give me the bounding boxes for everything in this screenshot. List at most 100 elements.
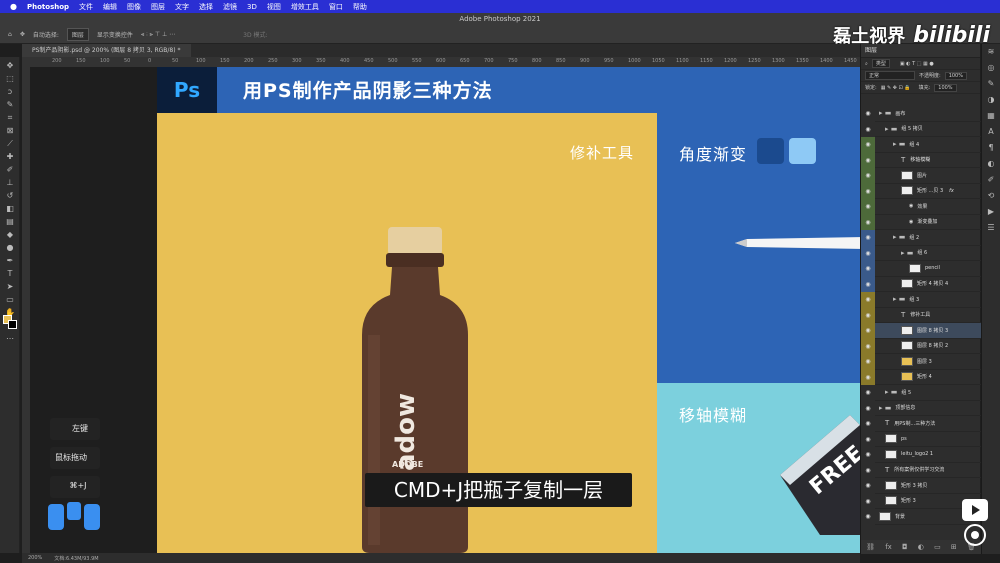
eraser-tool-icon[interactable]: ◧	[4, 204, 16, 214]
paths-dock-icon[interactable]: ✎	[982, 76, 1000, 92]
menu-app-name[interactable]: Photoshop	[27, 3, 69, 11]
menu-3d[interactable]: 3D	[247, 3, 257, 11]
marquee-tool-icon[interactable]: ⬚	[4, 74, 16, 84]
new-group-icon[interactable]: ▭	[934, 543, 941, 551]
move-tool-icon[interactable]: ✥	[4, 61, 16, 71]
visibility-eye-icon[interactable]: ◉	[861, 307, 875, 323]
visibility-eye-icon[interactable]: ◉	[861, 478, 875, 494]
visibility-eye-icon[interactable]: ◉	[861, 493, 875, 509]
adjust-dock-icon[interactable]: ◐	[982, 156, 1000, 172]
layer-row[interactable]: ◉ leitu_logo2 1	[861, 447, 981, 463]
layer-filter-select[interactable]: 类型	[871, 59, 890, 68]
menu-type[interactable]: 文字	[175, 2, 189, 12]
visibility-eye-icon[interactable]: ◉	[861, 509, 875, 525]
folder-icon[interactable]: ▸ ▬	[879, 109, 891, 117]
layers-dock-icon[interactable]: ≋	[982, 44, 1000, 60]
menu-layer[interactable]: 图层	[151, 2, 165, 12]
new-layer-icon[interactable]: ⊞	[951, 543, 957, 551]
menu-view[interactable]: 视图	[267, 2, 281, 12]
auto-select-target[interactable]: 图层	[66, 28, 89, 41]
mask-icon[interactable]: ◘	[902, 543, 908, 551]
menu-plugins[interactable]: 增效工具	[291, 2, 319, 12]
folder-icon[interactable]: ▸ ▬	[893, 140, 905, 148]
effect-eye-icon[interactable]: ◉	[909, 203, 913, 209]
fx-icon[interactable]: fx	[885, 543, 892, 551]
visibility-eye-icon[interactable]: ◉	[861, 106, 875, 122]
folder-icon[interactable]: ▸ ▬	[885, 125, 897, 133]
visibility-eye-icon[interactable]: ◉	[861, 369, 875, 385]
visibility-eye-icon[interactable]: ◉	[861, 137, 875, 153]
adjustment-icon[interactable]: ◐	[918, 543, 924, 551]
layer-row[interactable]: ◉ 矩形 ...贝 3 fx	[861, 183, 981, 199]
layer-row[interactable]: ◉ T 所有案例仅供学习交流	[861, 462, 981, 478]
pen-tool-icon[interactable]: ✒	[4, 256, 16, 266]
zoom-level[interactable]: 200%	[28, 555, 42, 561]
apple-icon[interactable]: ●	[10, 2, 17, 11]
healing-tool-icon[interactable]: ✚	[4, 152, 16, 162]
visibility-eye-icon[interactable]: ◉	[861, 276, 875, 292]
visibility-eye-icon[interactable]: ◉	[861, 199, 875, 215]
gradient-tool-icon[interactable]: ▤	[4, 217, 16, 227]
type-dock-icon[interactable]: A	[982, 124, 1000, 140]
folder-icon[interactable]: ▸ ▬	[885, 388, 897, 396]
document-tab[interactable]: PS制产品阴影.psd @ 200% (图层 8 拷贝 3, RGB/8) *	[22, 44, 191, 57]
visibility-eye-icon[interactable]: ◉	[861, 121, 875, 137]
layer-row[interactable]: ◉ ps	[861, 431, 981, 447]
visibility-eye-icon[interactable]: ◉	[861, 354, 875, 370]
path-select-icon[interactable]: ➤	[4, 282, 16, 292]
layer-row[interactable]: ◉ ▸ ▬ 组 3	[861, 292, 981, 308]
brush-dock-icon[interactable]: ✐	[982, 172, 1000, 188]
visibility-eye-icon[interactable]: ◉	[861, 292, 875, 308]
history-brush-icon[interactable]: ↺	[4, 191, 16, 201]
folder-icon[interactable]: ▸ ▬	[879, 404, 891, 412]
bilibili-player-icons[interactable]	[962, 495, 998, 555]
link-layers-icon[interactable]: ⛓	[866, 543, 875, 551]
menu-window[interactable]: 窗口	[329, 2, 343, 12]
visibility-eye-icon[interactable]: ◉	[861, 431, 875, 447]
layer-row[interactable]: ◉ 图层 3	[861, 354, 981, 370]
frame-tool-icon[interactable]: ⊠	[4, 126, 16, 136]
fx-badge[interactable]: fx	[949, 188, 954, 194]
blend-mode-select[interactable]: 正常	[865, 71, 915, 80]
layer-row[interactable]: ◉ 矩形 4 拷贝 4	[861, 276, 981, 292]
blur-tool-icon[interactable]: ◆	[4, 230, 16, 240]
layer-row[interactable]: ◉ ◉ 渐变叠加	[861, 214, 981, 230]
visibility-eye-icon[interactable]: ◉	[861, 385, 875, 401]
background-color-swatch[interactable]	[8, 320, 17, 329]
visibility-eye-icon[interactable]: ◉	[861, 183, 875, 199]
ruler-left[interactable]	[22, 67, 30, 553]
layers-panel-title[interactable]: 图层	[861, 44, 980, 58]
visibility-eye-icon[interactable]: ◉	[861, 323, 875, 339]
layer-row[interactable]: ◉ ▸ ▬ 组 5	[861, 385, 981, 401]
quick-select-tool-icon[interactable]: ✎	[4, 100, 16, 110]
menu-file[interactable]: 文件	[79, 2, 93, 12]
filter-icons[interactable]: ▣ ◐ T ⬚ ▦ ●	[900, 61, 934, 67]
visibility-eye-icon[interactable]: ◉	[861, 152, 875, 168]
layer-row[interactable]: ◉ ▸ ▬ 顶部信息	[861, 400, 981, 416]
visibility-eye-icon[interactable]: ◉	[861, 400, 875, 416]
actions-dock-icon[interactable]: ▶	[982, 204, 1000, 220]
type-tool-icon[interactable]: T	[4, 269, 16, 279]
lock-icons[interactable]: ▦ ✎ ✥ ⊡ 🔒	[881, 85, 911, 91]
menu-image[interactable]: 图像	[127, 2, 141, 12]
folder-icon[interactable]: ▸ ▬	[901, 249, 913, 257]
lasso-tool-icon[interactable]: ↄ	[4, 87, 16, 97]
color-dock-icon[interactable]: ◑	[982, 92, 1000, 108]
layer-row[interactable]: ◉ ▸ ▬ 组 4	[861, 137, 981, 153]
layer-row[interactable]: ◉ T 修补工具	[861, 307, 981, 323]
visibility-eye-icon[interactable]: ◉	[861, 245, 875, 261]
folder-icon[interactable]: ▸ ▬	[893, 295, 905, 303]
layer-row[interactable]: ◉ pencil	[861, 261, 981, 277]
visibility-eye-icon[interactable]: ◉	[861, 214, 875, 230]
opacity-input[interactable]: 100%	[944, 71, 967, 80]
paragraph-dock-icon[interactable]: ¶	[982, 140, 1000, 156]
layer-row[interactable]: ◉ 图层 8 拷贝 3	[861, 323, 981, 339]
effect-eye-icon[interactable]: ◉	[909, 219, 913, 225]
stamp-tool-icon[interactable]: ⊥	[4, 178, 16, 188]
dodge-tool-icon[interactable]: ●	[4, 243, 16, 253]
menu-help[interactable]: 帮助	[353, 2, 367, 12]
layer-row[interactable]: ◉ 图层 8 拷贝 2	[861, 338, 981, 354]
shape-tool-icon[interactable]: ▭	[4, 295, 16, 305]
crop-tool-icon[interactable]: ⌗	[4, 113, 16, 123]
swatches-dock-icon[interactable]: ▦	[982, 108, 1000, 124]
